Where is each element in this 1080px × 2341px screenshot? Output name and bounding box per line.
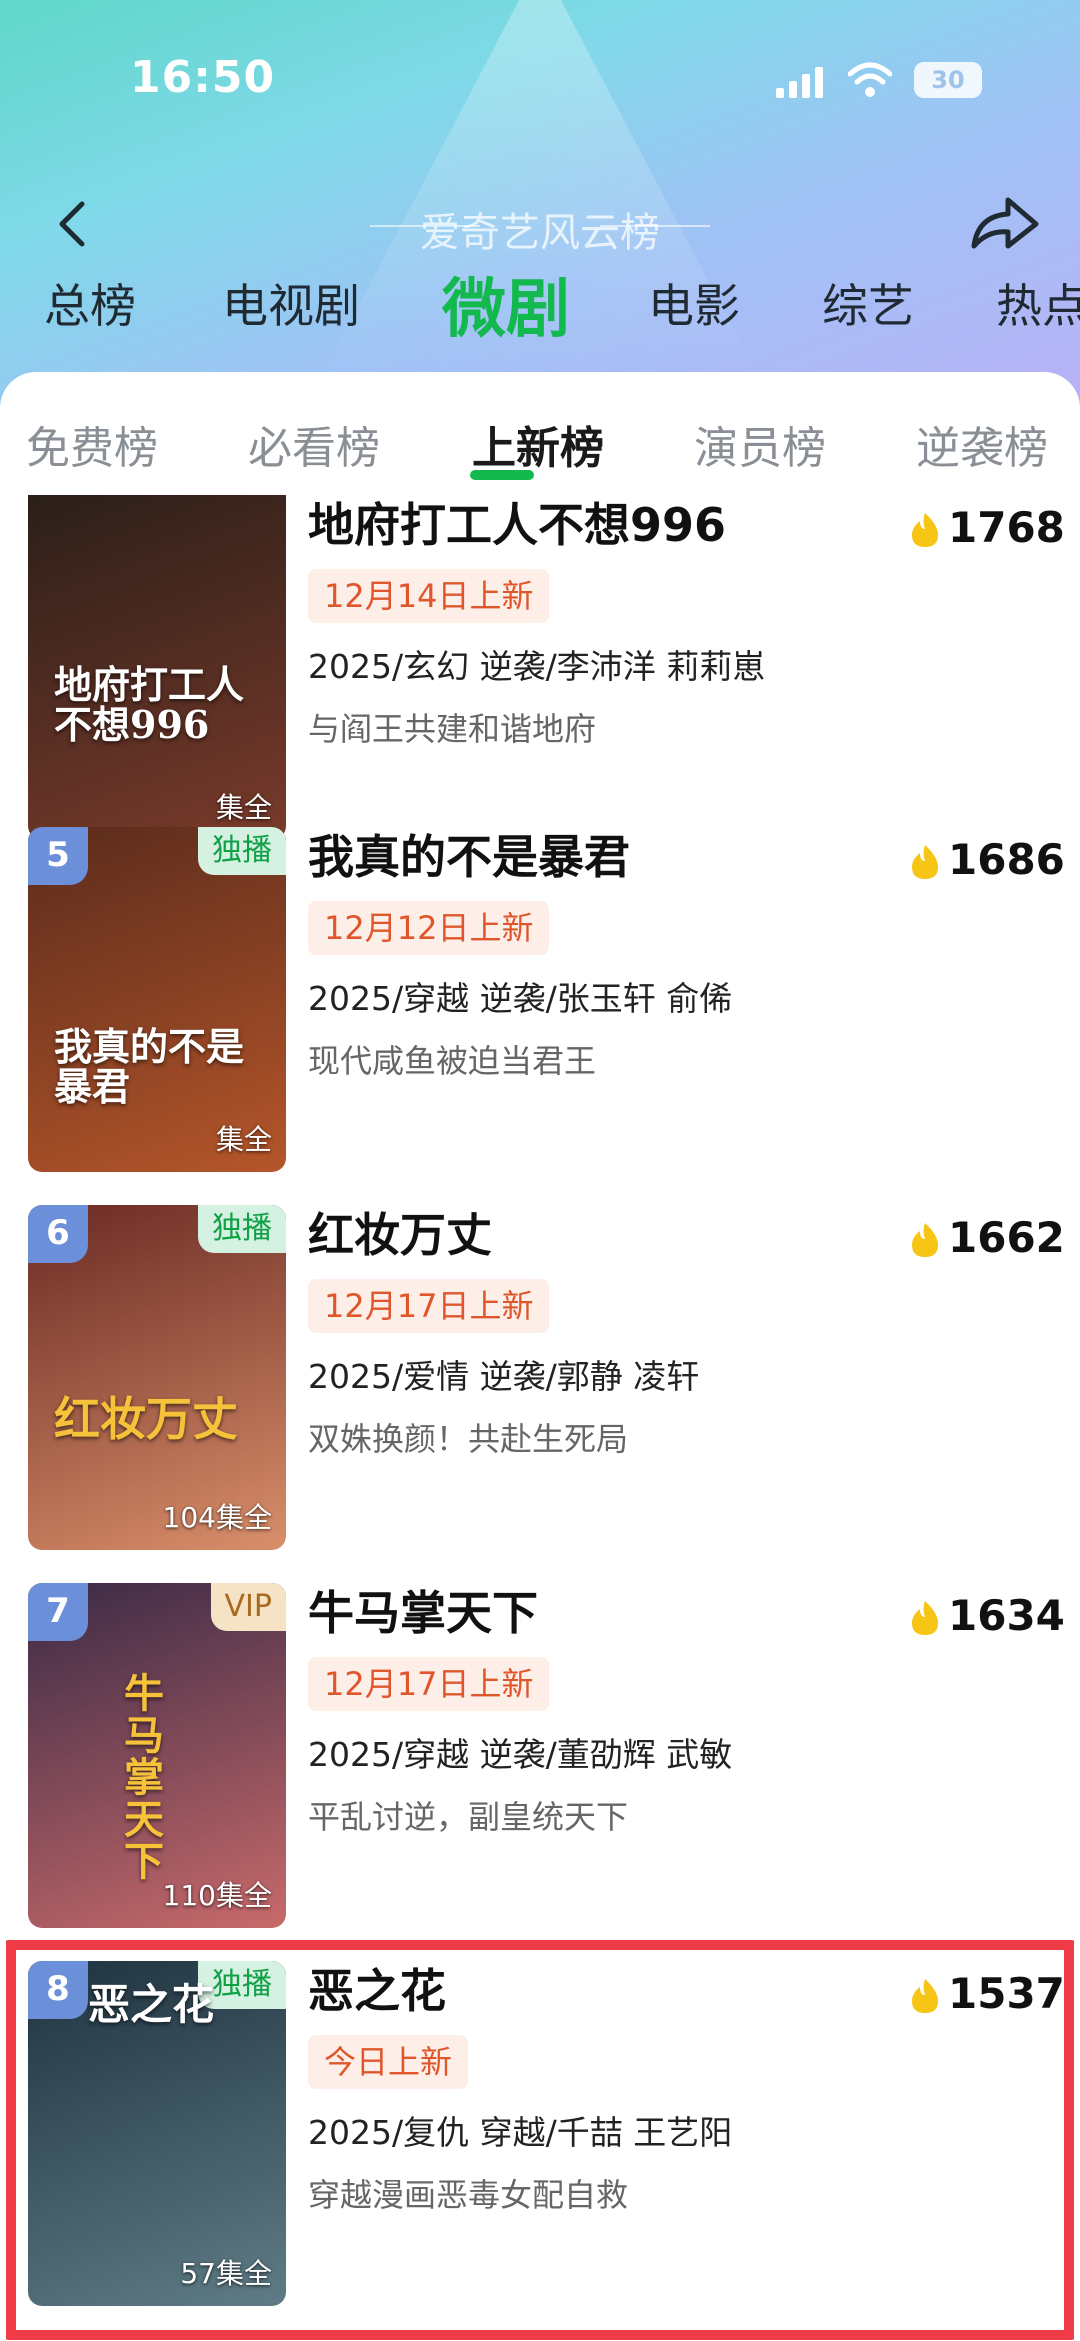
release-date-tag: 12月17日上新 — [308, 1279, 550, 1333]
heat-score: 1686 — [908, 835, 1078, 885]
title-decor-right — [600, 225, 710, 227]
poster-image[interactable]: 8 独播 恶之花 57集全 — [28, 1961, 286, 2306]
heat-score: 1537 — [908, 1969, 1078, 2019]
poster-image[interactable]: 地府打工人不想996 集全 — [28, 495, 286, 840]
rank-badge: 5 — [28, 827, 88, 885]
item-description: 与阎王共建和谐地府 — [308, 710, 597, 748]
poster-image[interactable]: 6 独播 红妆万丈 104集全 — [28, 1205, 286, 1550]
subtab-comeback[interactable]: 逆袭榜 — [916, 412, 1048, 476]
episode-count: 110集全 — [162, 1879, 272, 1912]
wifi-icon — [848, 62, 892, 97]
heat-value: 1686 — [948, 835, 1065, 884]
item-description: 双姝换颜！共赴生死局 — [308, 1420, 629, 1458]
item-meta: 2025/复仇 穿越/千喆 王艺阳 — [308, 2113, 733, 2152]
item-title[interactable]: 我真的不是暴君 — [308, 827, 928, 887]
episode-count: 57集全 — [180, 2257, 272, 2290]
item-meta: 2025/穿越 逆袭/董劭辉 武敏 — [308, 1735, 733, 1774]
item-title[interactable]: 牛马掌天下 — [308, 1583, 928, 1643]
list-item[interactable]: 8 独播 恶之花 57集全 恶之花 今日上新 2025/复仇 穿越/千喆 王艺阳… — [0, 1961, 1080, 2341]
item-info: 红妆万丈 12月17日上新 2025/爱情 逆袭/郭静 凌轩 双姝换颜！共赴生死… — [308, 1205, 928, 1461]
status-bar: 16:50 30 — [0, 0, 1080, 160]
release-date-tag: 12月14日上新 — [308, 569, 550, 623]
item-title[interactable]: 恶之花 — [308, 1961, 928, 2021]
category-tabs: 总榜 电视剧 微剧 电影 综艺 热点 — [0, 270, 1080, 360]
flame-icon — [912, 1601, 938, 1635]
heat-value: 1768 — [948, 503, 1065, 552]
tab-overall[interactable]: 总榜 — [44, 270, 136, 336]
item-info: 我真的不是暴君 12月12日上新 2025/穿越 逆袭/张玉轩 俞俙 现代咸鱼被… — [308, 827, 928, 1083]
list-item[interactable]: 7 VIP 牛马掌天下 110集全 牛马掌天下 12月17日上新 2025/穿越… — [0, 1583, 1080, 1963]
episode-count: 104集全 — [162, 1501, 272, 1534]
poster-title-art: 我真的不是暴君 — [54, 1024, 245, 1109]
release-date-tag: 12月12日上新 — [308, 901, 550, 955]
cellular-signal-icon — [776, 67, 823, 98]
rank-badge: 8 — [28, 1961, 88, 2019]
flame-icon — [912, 1979, 938, 2013]
list-item[interactable]: 6 独播 红妆万丈 104集全 红妆万丈 12月17日上新 2025/爱情 逆袭… — [0, 1205, 1080, 1585]
item-meta: 2025/爱情 逆袭/郭静 凌轩 — [308, 1357, 700, 1396]
heat-score: 1768 — [908, 503, 1078, 553]
poster-image[interactable]: 7 VIP 牛马掌天下 110集全 — [28, 1583, 286, 1928]
tab-movies[interactable]: 电影 — [648, 270, 740, 336]
item-title[interactable]: 红妆万丈 — [308, 1205, 928, 1265]
navigation-bar: 爱奇艺风云榜 — [0, 180, 1080, 270]
item-meta: 2025/玄幻 逆袭/李沛洋 莉莉崽 — [308, 647, 766, 686]
list-item[interactable]: 地府打工人不想996 集全 地府打工人不想996 12月14日上新 2025/玄… — [0, 495, 1080, 875]
poster-title-art: 牛马掌天下 — [124, 1670, 164, 1885]
item-info: 地府打工人不想996 12月14日上新 2025/玄幻 逆袭/李沛洋 莉莉崽 与… — [308, 495, 928, 751]
flame-icon — [912, 845, 938, 879]
item-info: 恶之花 今日上新 2025/复仇 穿越/千喆 王艺阳 穿越漫画恶毒女配自救 — [308, 1961, 928, 2217]
release-date-tag: 12月17日上新 — [308, 1657, 550, 1711]
ranking-sub-tabs: 免费榜 必看榜 上新榜 演员榜 逆袭榜 — [0, 412, 1080, 482]
poster-title-art: 地府打工人不想996 — [54, 662, 245, 747]
flame-icon — [912, 513, 938, 547]
tab-micro-drama[interactable]: 微剧 — [442, 258, 570, 350]
heat-value: 1537 — [948, 1969, 1065, 2018]
item-description: 现代咸鱼被迫当君王 — [308, 1042, 597, 1080]
flame-icon — [912, 1223, 938, 1257]
status-time: 16:50 — [130, 52, 276, 103]
episode-count: 集全 — [215, 791, 272, 824]
rank-badge: 6 — [28, 1205, 88, 1263]
subtab-new-releases[interactable]: 上新榜 — [472, 412, 604, 476]
battery-indicator: 30 — [914, 62, 982, 98]
subtab-must-watch[interactable]: 必看榜 — [248, 412, 380, 476]
page-title: 爱奇艺风云榜 — [420, 210, 660, 256]
poster-title-art: 红妆万丈 — [54, 1392, 238, 1446]
poster-image[interactable]: 5 独播 我真的不是暴君 集全 — [28, 827, 286, 1172]
heat-value: 1634 — [948, 1591, 1065, 1640]
subtab-active-indicator — [470, 470, 534, 480]
release-date-tag: 今日上新 — [308, 2035, 469, 2089]
list-item[interactable]: 5 独播 我真的不是暴君 集全 我真的不是暴君 12月12日上新 2025/穿越… — [0, 827, 1080, 1207]
item-description: 平乱讨逆，副皇统天下 — [308, 1798, 629, 1836]
item-info: 牛马掌天下 12月17日上新 2025/穿越 逆袭/董劭辉 武敏 平乱讨逆，副皇… — [308, 1583, 928, 1839]
subtab-actors[interactable]: 演员榜 — [694, 412, 826, 476]
exclusive-tag: 独播 — [198, 827, 286, 875]
tab-hot[interactable]: 热点 — [996, 270, 1080, 336]
poster-title-art: 恶之花 — [88, 1980, 215, 2029]
vip-tag: VIP — [210, 1583, 286, 1631]
heat-value: 1662 — [948, 1213, 1065, 1262]
tab-tv-series[interactable]: 电视剧 — [222, 270, 360, 336]
heat-score: 1662 — [908, 1213, 1078, 1263]
episode-count: 集全 — [215, 1123, 272, 1156]
rank-badge: 7 — [28, 1583, 88, 1641]
item-description: 穿越漫画恶毒女配自救 — [308, 2176, 629, 2214]
item-title[interactable]: 地府打工人不想996 — [308, 495, 928, 555]
item-meta: 2025/穿越 逆袭/张玉轩 俞俙 — [308, 979, 733, 1018]
share-icon[interactable] — [968, 190, 1042, 256]
subtab-free[interactable]: 免费榜 — [26, 412, 158, 476]
exclusive-tag: 独播 — [198, 1205, 286, 1253]
heat-score: 1634 — [908, 1591, 1078, 1641]
tab-variety[interactable]: 综艺 — [822, 270, 914, 336]
